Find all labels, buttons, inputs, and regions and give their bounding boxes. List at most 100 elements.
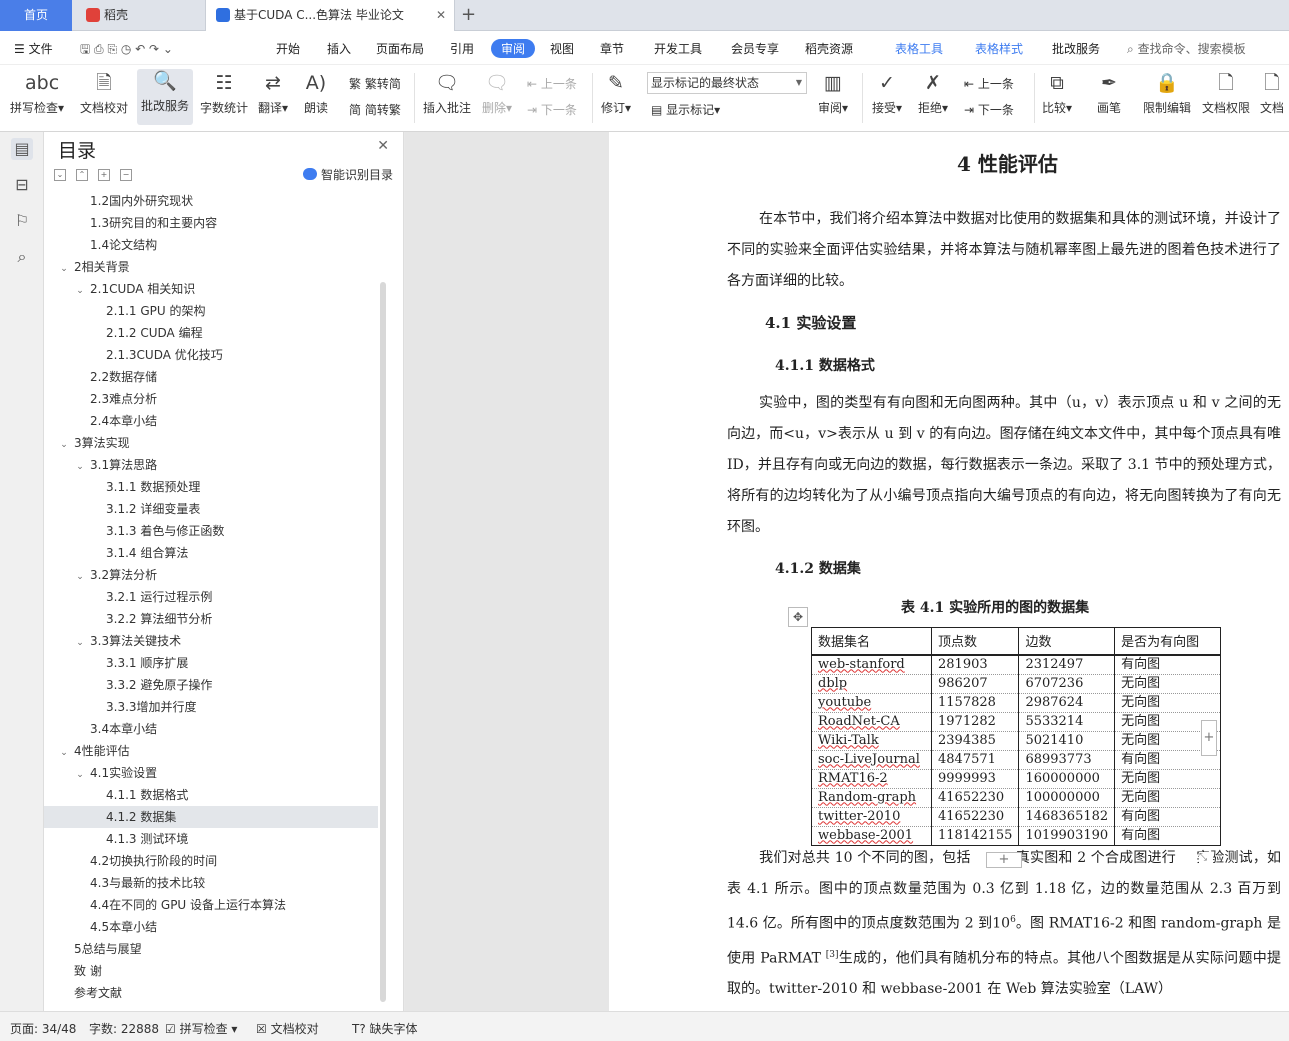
next-comment-button[interactable]: ⇥ 下一条 bbox=[527, 101, 577, 118]
word-count-status[interactable]: 字数: 22888 bbox=[89, 1020, 159, 1037]
table-cell[interactable]: RoadNet-CA bbox=[811, 712, 932, 732]
add-column-icon[interactable]: + bbox=[1201, 720, 1217, 756]
prev-comment-button[interactable]: ⇤ 上一条 bbox=[527, 75, 577, 92]
tab-document[interactable]: 基于CUDA C...色算法 毕业论文 ✕ bbox=[205, 0, 455, 31]
table-cell[interactable]: dblp bbox=[811, 674, 932, 694]
table-cell[interactable]: 无向图 bbox=[1114, 693, 1222, 713]
remove-heading-icon[interactable]: − bbox=[120, 169, 132, 181]
outline-icon[interactable]: ▤ bbox=[11, 138, 33, 160]
new-tab-icon[interactable]: + bbox=[461, 4, 476, 25]
table-cell[interactable]: 41652230 bbox=[930, 788, 1020, 808]
toc-item[interactable]: 1.2国内外研究现状 bbox=[44, 190, 378, 212]
table-cell[interactable]: Random-graph bbox=[811, 788, 932, 808]
toc-item[interactable]: 4.1.3 测试环境 bbox=[44, 828, 378, 850]
table-cell[interactable]: 160000000 bbox=[1018, 769, 1116, 789]
add-heading-icon[interactable]: + bbox=[98, 169, 110, 181]
table-cell[interactable]: 68993773 bbox=[1018, 750, 1116, 770]
toc-item[interactable]: 1.3研究目的和主要内容 bbox=[44, 212, 378, 234]
table-cell[interactable]: 2987624 bbox=[1018, 693, 1116, 713]
delete-comment-button[interactable]: 🗨 删除▾ bbox=[482, 71, 512, 116]
spell-check-status[interactable]: ☑ 拼写检查 ▾ bbox=[165, 1020, 237, 1037]
insert-comment-button[interactable]: 🗨 插入批注 bbox=[423, 71, 471, 116]
table-cell[interactable]: 2312497 bbox=[1018, 654, 1116, 675]
menu-start[interactable]: 开始 bbox=[276, 40, 300, 57]
toc-item[interactable]: ⌄ 3.1算法思路 bbox=[44, 454, 378, 476]
menu-correction[interactable]: 批改服务 bbox=[1052, 40, 1100, 57]
toc-item[interactable]: ⌄ 3.2算法分析 bbox=[44, 564, 378, 586]
pen-button[interactable]: ✒ 画笔 bbox=[1097, 71, 1121, 116]
table-cell[interactable]: 5021410 bbox=[1018, 731, 1116, 751]
reject-button[interactable]: ✗ 拒绝▾ bbox=[918, 71, 948, 116]
toc-item[interactable]: 3.1.2 详细变量表 bbox=[44, 498, 378, 520]
toc-item[interactable]: 3.3.1 顺序扩展 bbox=[44, 652, 378, 674]
close-icon[interactable]: ✕ bbox=[377, 138, 389, 154]
table-cell[interactable]: twitter-2010 bbox=[811, 807, 932, 827]
chevron-down-icon[interactable]: ⌄ bbox=[74, 456, 86, 478]
table-cell[interactable]: RMAT16-2 bbox=[811, 769, 932, 789]
toc-item[interactable]: ⌄ 3算法实现 bbox=[44, 432, 378, 454]
menu-chapter[interactable]: 章节 bbox=[600, 40, 624, 57]
toc-item[interactable]: 3.4本章小结 bbox=[44, 718, 378, 740]
word-count-button[interactable]: ☷ 字数统计 bbox=[200, 71, 248, 116]
menu-view[interactable]: 视图 bbox=[550, 40, 574, 57]
table-cell[interactable]: 有向图 bbox=[1114, 654, 1222, 675]
simp-to-trad-button[interactable]: 简 简转繁 bbox=[349, 101, 401, 118]
chevron-down-icon[interactable]: ⌄ bbox=[58, 258, 70, 280]
citation-ref[interactable]: [3] bbox=[826, 950, 839, 960]
toc-item[interactable]: ⌄ 3.3算法关键技术 bbox=[44, 630, 378, 652]
menu-table-style[interactable]: 表格样式 bbox=[975, 40, 1023, 57]
read-aloud-button[interactable]: A) 朗读 bbox=[304, 71, 328, 116]
toc-item[interactable]: 4.4在不同的 GPU 设备上运行本算法 bbox=[44, 894, 378, 916]
toc-item[interactable]: 4.1.1 数据格式 bbox=[44, 784, 378, 806]
toc-item[interactable]: ⌄ 4.1实验设置 bbox=[44, 762, 378, 784]
table-cell[interactable]: 986207 bbox=[930, 674, 1020, 694]
toc-item[interactable]: 4.3与最新的技术比较 bbox=[44, 872, 378, 894]
menu-file[interactable]: ☰ 文件 bbox=[14, 40, 53, 57]
toc-item[interactable]: 3.1.4 组合算法 bbox=[44, 542, 378, 564]
table-cell[interactable]: 有向图 bbox=[1114, 807, 1222, 827]
chapter-nav-icon[interactable]: ⊟ bbox=[11, 174, 33, 196]
table-cell[interactable]: 4847571 bbox=[930, 750, 1020, 770]
menu-review[interactable]: 审阅 bbox=[491, 39, 536, 58]
table-cell[interactable]: 1971282 bbox=[930, 712, 1020, 732]
trad-to-simp-button[interactable]: 繁 繁转简 bbox=[349, 75, 401, 92]
toc-item[interactable]: 3.1.3 着色与修正函数 bbox=[44, 520, 378, 542]
track-changes-button[interactable]: ✎ 修订▾ bbox=[601, 71, 631, 116]
table-cell[interactable]: 无向图 bbox=[1114, 674, 1222, 694]
review-pane-button[interactable]: ▥ 审阅▾ bbox=[818, 71, 848, 116]
markup-state-select[interactable]: 显示标记的最终状态 ▼ bbox=[647, 72, 807, 94]
toc-item[interactable]: 2.1.3CUDA 优化技巧 bbox=[44, 344, 378, 366]
toc-item[interactable]: 2.3难点分析 bbox=[44, 388, 378, 410]
table-cell[interactable]: 100000000 bbox=[1018, 788, 1116, 808]
chevron-down-icon[interactable]: ⌄ bbox=[58, 742, 70, 764]
proof-status[interactable]: ☒ 文档校对 bbox=[256, 1020, 319, 1037]
bookmark-icon[interactable]: ⚐ bbox=[11, 210, 33, 232]
chevron-down-icon[interactable]: ⌄ bbox=[74, 632, 86, 654]
expand-up-icon[interactable]: ⌃ bbox=[76, 169, 88, 181]
toc-item[interactable]: 3.2.2 算法细节分析 bbox=[44, 608, 378, 630]
doc-more-button[interactable]: 🗋 文档 bbox=[1260, 71, 1284, 116]
table-cell[interactable]: 1468365182 bbox=[1018, 807, 1116, 827]
table-cell[interactable]: 41652230 bbox=[930, 807, 1020, 827]
table-cell[interactable]: 无向图 bbox=[1114, 788, 1222, 808]
page-indicator[interactable]: 页面: 34/48 bbox=[10, 1020, 76, 1037]
tab-home[interactable]: 首页 bbox=[0, 0, 72, 31]
doc-proof-button[interactable]: 🗎 文档校对 bbox=[80, 71, 128, 116]
menu-devtools[interactable]: 开发工具 bbox=[654, 40, 702, 57]
compare-button[interactable]: ⧉ 比较▾ bbox=[1042, 71, 1072, 116]
menu-insert[interactable]: 插入 bbox=[327, 40, 351, 57]
prev-change-button[interactable]: ⇤ 上一条 bbox=[964, 75, 1014, 92]
command-search[interactable]: ⌕ 查找命令、搜索模板 bbox=[1127, 40, 1246, 57]
toc-item[interactable]: 5总结与展望 bbox=[44, 938, 378, 960]
table-resize-icon[interactable]: ⤡ bbox=[1199, 852, 1213, 866]
chevron-down-icon[interactable]: ⌄ bbox=[74, 764, 86, 786]
toc-item[interactable]: ⌄ 4性能评估 bbox=[44, 740, 378, 762]
table-move-handle-icon[interactable]: ✥ bbox=[788, 607, 808, 627]
toc-item[interactable]: 3.3.3增加并行度 bbox=[44, 696, 378, 718]
table-cell[interactable]: web-stanford bbox=[811, 654, 932, 675]
table-cell[interactable]: 2394385 bbox=[930, 731, 1020, 751]
toc-item[interactable]: 2.1.2 CUDA 编程 bbox=[44, 322, 378, 344]
table-cell[interactable]: soc-LiveJournal bbox=[811, 750, 932, 770]
accept-button[interactable]: ✓ 接受▾ bbox=[872, 71, 902, 116]
toc-item[interactable]: ⌄ 2相关背景 bbox=[44, 256, 378, 278]
